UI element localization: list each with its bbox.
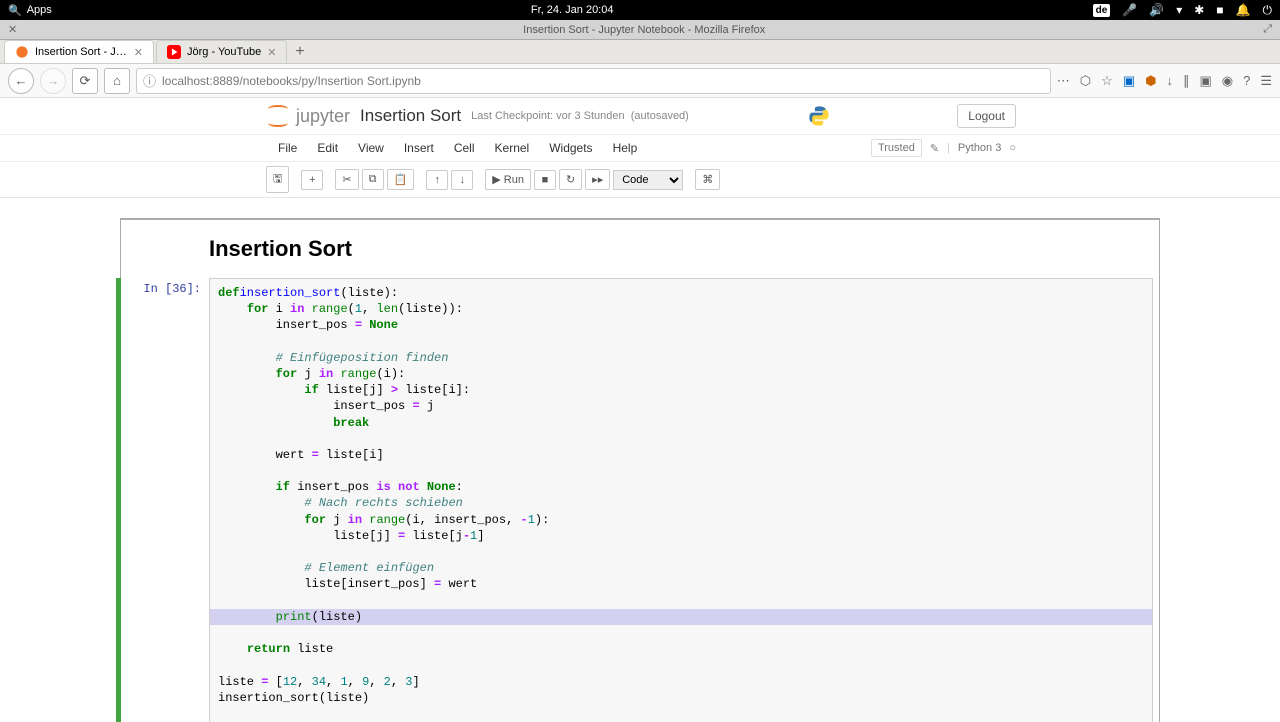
notebook-container: Insertion Sort In [36]: definsertion_sor…: [120, 218, 1160, 722]
restart-run-button[interactable]: ▸▸: [585, 169, 610, 190]
move-up-button[interactable]: ↑: [426, 170, 448, 190]
search-icon: 🔍: [8, 4, 22, 17]
window-title: Insertion Sort - Jupyter Notebook - Mozi…: [25, 24, 1263, 36]
jupyter-favicon: [15, 45, 29, 59]
tab-close-icon[interactable]: ✕: [134, 46, 143, 59]
more-icon[interactable]: ⋯: [1057, 73, 1070, 89]
ext-icon[interactable]: ⬢: [1145, 73, 1156, 89]
download-icon[interactable]: ↓: [1166, 73, 1173, 88]
os-topbar: 🔍 Apps Fr, 24. Jan 20:04 de 🎤 🔊 ▾ ✱ ■ 🔔 …: [0, 0, 1280, 20]
info-icon[interactable]: ⓘ: [143, 71, 156, 90]
tab-youtube[interactable]: Jörg - YouTube ✕: [156, 40, 287, 63]
tab-jupyter[interactable]: Insertion Sort - Jupyter Note ✕: [4, 40, 154, 63]
url-text: localhost:8889/notebooks/py/Insertion So…: [162, 74, 421, 88]
window-maximize-icon[interactable]: ⤢: [1263, 23, 1272, 36]
account-icon[interactable]: ◉: [1222, 73, 1233, 89]
window-close-icon[interactable]: ✕: [8, 23, 17, 36]
save-button[interactable]: 🖫: [266, 166, 289, 193]
star-icon[interactable]: ☆: [1101, 73, 1113, 89]
apps-menu[interactable]: 🔍 Apps: [8, 4, 52, 17]
pocket-icon[interactable]: ⬡: [1080, 73, 1091, 89]
back-button[interactable]: ←: [8, 68, 34, 94]
menu-icon[interactable]: ☰: [1260, 73, 1272, 89]
new-tab-button[interactable]: +: [289, 41, 310, 63]
restart-button[interactable]: ↻: [559, 169, 582, 190]
menu-edit[interactable]: Edit: [307, 137, 348, 159]
python-icon: [808, 105, 830, 127]
menu-view[interactable]: View: [348, 137, 394, 159]
window-titlebar: ✕ Insertion Sort - Jupyter Notebook - Mo…: [0, 20, 1280, 40]
jupyter-logo-text: jupyter: [296, 106, 350, 127]
menu-insert[interactable]: Insert: [394, 137, 444, 159]
menu-widgets[interactable]: Widgets: [539, 137, 602, 159]
library-icon[interactable]: ∥: [1183, 73, 1190, 89]
tab-title: Insertion Sort - Jupyter Note: [35, 46, 128, 58]
help-icon[interactable]: ?: [1243, 73, 1250, 88]
command-palette-button[interactable]: ⌘: [695, 169, 720, 190]
home-button[interactable]: ⌂: [104, 68, 130, 94]
cut-button[interactable]: ✂: [335, 169, 358, 190]
toolbar: 🖫 + ✂ ⧉ 📋 ↑ ↓ ▶Run ■ ↻ ▸▸ Code ⌘: [0, 162, 1280, 198]
mic-icon[interactable]: 🎤: [1122, 3, 1137, 17]
notebook-header: jupyter Insertion Sort Last Checkpoint: …: [0, 98, 1280, 135]
notebook-body[interactable]: Insertion Sort In [36]: definsertion_sor…: [0, 198, 1280, 722]
move-down-button[interactable]: ↓: [451, 170, 473, 190]
kernel-name[interactable]: Python 3: [958, 142, 1001, 154]
volume-icon[interactable]: 🔊: [1149, 3, 1164, 17]
browser-tabs: Insertion Sort - Jupyter Note ✕ Jörg - Y…: [0, 40, 1280, 64]
clock: Fr, 24. Jan 20:04: [52, 4, 1093, 16]
heading: Insertion Sort: [121, 232, 1159, 278]
paste-button[interactable]: 📋: [387, 169, 415, 190]
menu-kernel[interactable]: Kernel: [485, 137, 540, 159]
notifications-icon[interactable]: 🔔: [1236, 3, 1251, 17]
edit-icon[interactable]: ✎: [930, 142, 939, 155]
keyboard-indicator[interactable]: de: [1093, 4, 1111, 17]
notebook-name[interactable]: Insertion Sort: [360, 106, 461, 126]
browser-navbar: ← → ⟳ ⌂ ⓘ localhost:8889/notebooks/py/In…: [0, 64, 1280, 98]
ext-icon[interactable]: ▣: [1123, 73, 1135, 89]
kernel-status-icon: ○: [1009, 142, 1016, 154]
copy-button[interactable]: ⧉: [362, 169, 384, 190]
stop-button[interactable]: ■: [534, 170, 556, 190]
run-button[interactable]: ▶Run: [485, 169, 531, 190]
add-cell-button[interactable]: +: [301, 170, 323, 190]
menu-bar: FileEditViewInsertCellKernelWidgetsHelp …: [0, 135, 1280, 162]
input-prompt: In [36]:: [121, 278, 209, 722]
jupyter-logo[interactable]: jupyter: [264, 102, 350, 130]
youtube-favicon: [167, 45, 181, 59]
battery-icon[interactable]: ■: [1216, 3, 1223, 17]
menu-file[interactable]: File: [268, 137, 307, 159]
sidebar-icon[interactable]: ▣: [1199, 73, 1211, 89]
menu-cell[interactable]: Cell: [444, 137, 485, 159]
jupyter-orbit-icon: [264, 102, 292, 130]
apps-label: Apps: [27, 4, 52, 16]
tab-title: Jörg - YouTube: [187, 46, 261, 58]
trusted-indicator[interactable]: Trusted: [871, 139, 922, 157]
power-icon[interactable]: ⏻: [1263, 3, 1273, 18]
tab-close-icon[interactable]: ✕: [267, 46, 276, 59]
logout-button[interactable]: Logout: [957, 104, 1016, 128]
checkpoint-info: Last Checkpoint: vor 3 Stunden (autosave…: [471, 110, 689, 122]
menu-help[interactable]: Help: [603, 137, 648, 159]
url-bar[interactable]: ⓘ localhost:8889/notebooks/py/Insertion …: [136, 68, 1051, 94]
code-cell[interactable]: In [36]: definsertion_sort(liste): for i…: [116, 278, 1159, 722]
run-icon: ▶: [492, 173, 500, 186]
code-input[interactable]: definsertion_sort(liste): for i in range…: [209, 278, 1153, 722]
reload-button[interactable]: ⟳: [72, 68, 98, 94]
forward-button[interactable]: →: [40, 68, 66, 94]
cell-type-select[interactable]: Code: [613, 170, 683, 190]
system-tray: de 🎤 🔊 ▾ ✱ ■ 🔔 ⏻: [1093, 3, 1272, 18]
bluetooth-icon[interactable]: ✱: [1194, 3, 1204, 17]
wifi-icon[interactable]: ▾: [1176, 3, 1182, 17]
